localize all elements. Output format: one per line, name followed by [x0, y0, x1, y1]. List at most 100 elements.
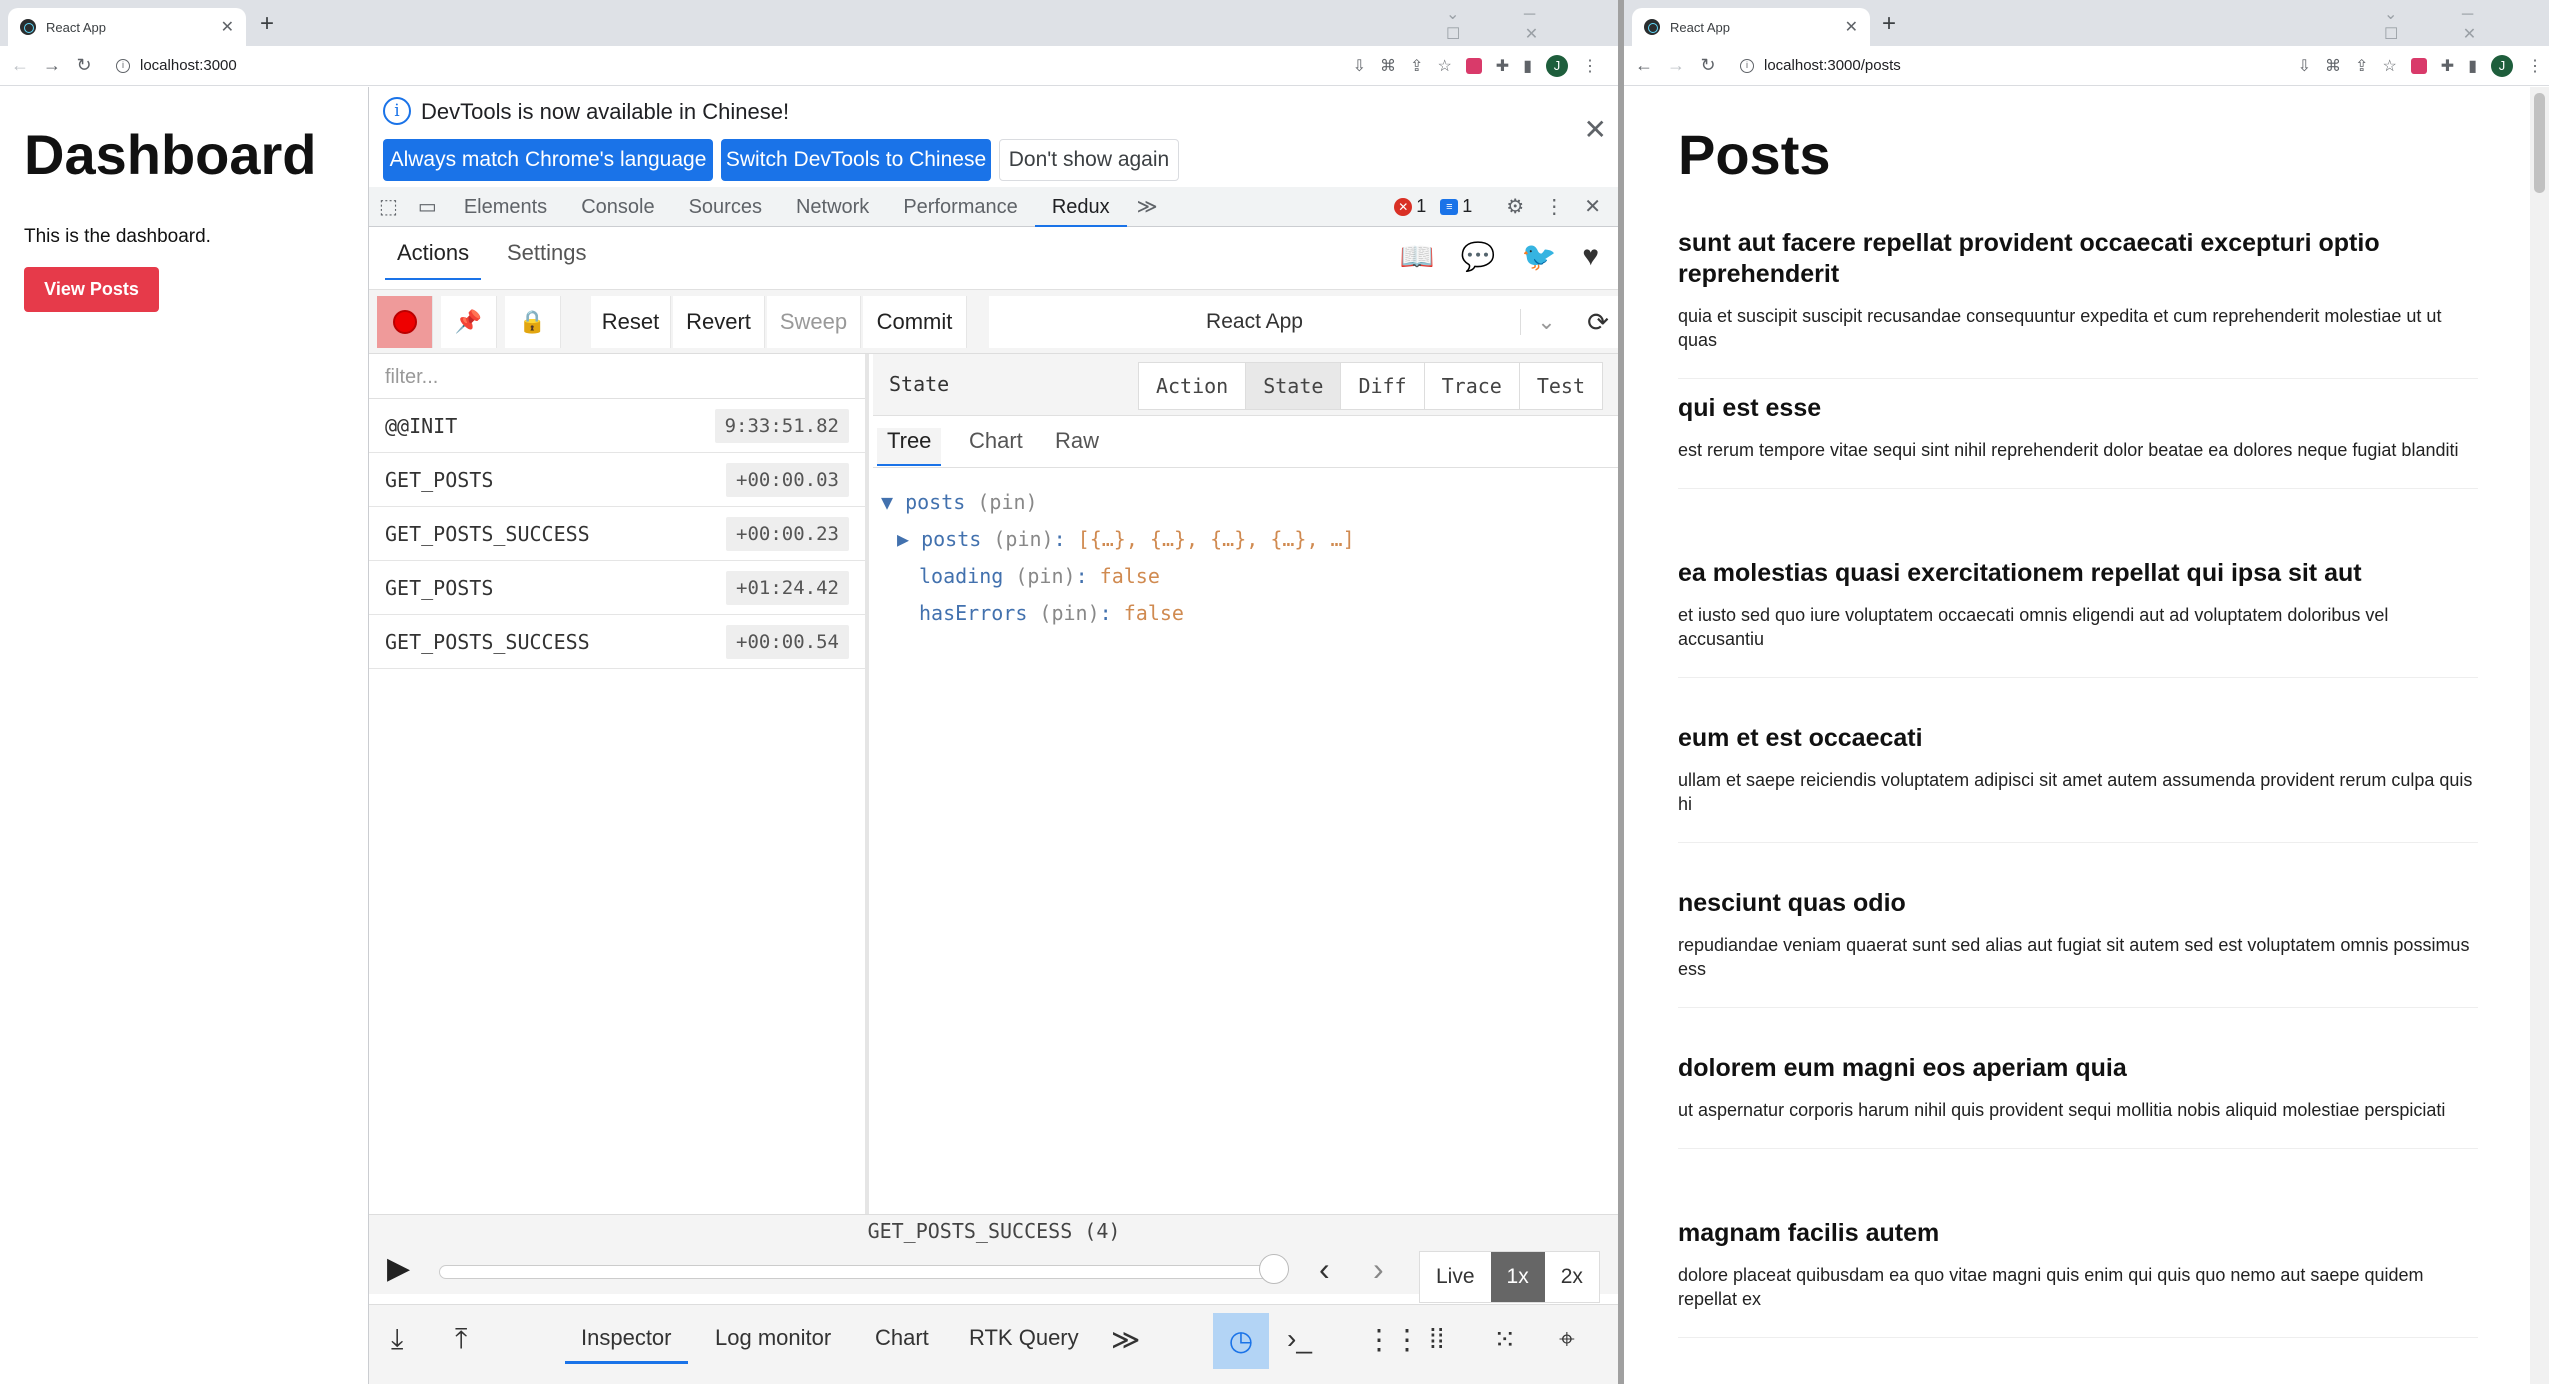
lock-button[interactable]: 🔒: [505, 296, 561, 348]
inspect-element-icon[interactable]: ⬚: [369, 194, 408, 219]
terminal-icon[interactable]: ›_: [1287, 1323, 1312, 1355]
tab-raw[interactable]: Raw: [1045, 428, 1109, 464]
filter-input[interactable]: filter...: [369, 354, 865, 399]
settings-gear-icon[interactable]: ⚙: [1496, 194, 1534, 219]
reload-icon[interactable]: ↻: [72, 55, 96, 76]
address-bar[interactable]: i localhost:3000/posts: [1740, 57, 1901, 74]
tab-elements[interactable]: Elements: [447, 187, 564, 227]
tab-trace[interactable]: Trace: [1423, 363, 1519, 409]
device-toolbar-icon[interactable]: ▭: [408, 194, 447, 219]
browser-tab[interactable]: React App ✕: [8, 8, 246, 46]
pin-label[interactable]: (pin): [993, 527, 1053, 551]
more-monitors-icon[interactable]: ≫: [1111, 1323, 1140, 1356]
play-icon[interactable]: ▶: [387, 1251, 410, 1286]
step-back-icon[interactable]: ‹: [1319, 1251, 1330, 1288]
revert-button[interactable]: Revert: [673, 296, 765, 348]
tree-node-root[interactable]: ▼ posts (pin): [881, 484, 1355, 521]
pin-label[interactable]: (pin): [1039, 601, 1099, 625]
share-icon[interactable]: ⇪: [2355, 56, 2368, 76]
dispatcher-icon[interactable]: ◷: [1213, 1313, 1269, 1369]
action-row[interactable]: GET_POSTS_SUCCESS +00:00.54: [369, 615, 865, 669]
puzzle-icon[interactable]: ✚: [2441, 56, 2454, 76]
tab-state[interactable]: State: [1245, 363, 1341, 409]
sidepanel-icon[interactable]: ▮: [1523, 56, 1532, 76]
dont-show-again-button[interactable]: Don't show again: [999, 139, 1179, 181]
slider-toggle-icon[interactable]: ⋮⋮: [1365, 1323, 1421, 1356]
collapsed-arrow-icon[interactable]: ▶: [897, 527, 909, 551]
message-badge[interactable]: ≡ 1: [1440, 196, 1472, 217]
address-bar[interactable]: i localhost:3000: [116, 57, 237, 74]
tab-close-icon[interactable]: ✕: [1845, 17, 1858, 37]
tab-tree[interactable]: Tree: [877, 428, 942, 466]
tab-console[interactable]: Console: [564, 187, 671, 227]
export-icon[interactable]: ⤒: [455, 1323, 467, 1356]
tab-network[interactable]: Network: [779, 187, 886, 227]
slider-track[interactable]: [439, 1265, 1279, 1279]
sync-icon[interactable]: ⟳: [1572, 307, 1618, 338]
forward-icon[interactable]: →: [40, 55, 64, 76]
sidepanel-icon[interactable]: ▮: [2468, 56, 2477, 76]
back-icon[interactable]: ←: [1632, 55, 1656, 76]
tab-inspector[interactable]: Inspector: [565, 1325, 688, 1364]
extension-icon[interactable]: [1465, 58, 1482, 74]
instance-select[interactable]: React App ⌄ ⟳: [989, 296, 1618, 348]
match-language-button[interactable]: Always match Chrome's language: [383, 139, 713, 181]
step-forward-icon[interactable]: ›: [1373, 1251, 1384, 1288]
action-row[interactable]: GET_POSTS +01:24.42: [369, 561, 865, 615]
book-icon[interactable]: 📖: [1400, 240, 1435, 273]
menu-kebab-icon[interactable]: ⋮: [2527, 56, 2543, 76]
translate-icon[interactable]: ⌘: [2325, 56, 2341, 76]
profile-avatar[interactable]: J: [1546, 55, 1568, 77]
reset-button[interactable]: Reset: [591, 296, 671, 348]
devtools-menu-icon[interactable]: ⋮: [1534, 194, 1574, 219]
window-controls[interactable]: ⌄ ─ ☐ ✕: [1446, 4, 1618, 44]
puzzle-icon[interactable]: ✚: [1496, 56, 1509, 76]
bookmark-star-icon[interactable]: ☆: [2382, 56, 2396, 76]
action-row[interactable]: @@INIT 9:33:51.82: [369, 399, 865, 453]
sweep-button[interactable]: Sweep: [767, 296, 861, 348]
chevron-down-icon[interactable]: ⌄: [1520, 309, 1572, 335]
expanded-arrow-icon[interactable]: ▼: [881, 490, 893, 514]
speed-1x[interactable]: 1x: [1490, 1252, 1545, 1302]
slider-handle[interactable]: [1259, 1254, 1289, 1284]
commit-button[interactable]: Commit: [863, 296, 967, 348]
twitter-icon[interactable]: 🐦: [1522, 240, 1557, 273]
tab-rtk-query[interactable]: RTK Query: [969, 1325, 1079, 1361]
close-icon[interactable]: ✕: [1584, 113, 1607, 146]
pin-label[interactable]: (pin): [977, 490, 1037, 514]
chat-icon[interactable]: 💬: [1461, 240, 1496, 273]
tab-close-icon[interactable]: ✕: [221, 17, 234, 37]
scroll-thumb[interactable]: [2534, 93, 2545, 193]
install-icon[interactable]: ⇩: [1353, 56, 1366, 76]
window-controls[interactable]: ⌄ ─ ☐ ✕: [2384, 4, 2549, 44]
import-icon[interactable]: ⤓: [391, 1323, 403, 1356]
grid-icon[interactable]: ⁞⁞: [1429, 1323, 1445, 1355]
pin-label[interactable]: (pin): [1015, 564, 1075, 588]
profile-avatar[interactable]: J: [2491, 55, 2513, 77]
reload-icon[interactable]: ↻: [1696, 55, 1720, 76]
tree-node-posts[interactable]: ▶ posts (pin): [{…}, {…}, {…}, {…}, …]: [881, 521, 1355, 558]
browser-tab[interactable]: React App ✕: [1632, 8, 1870, 46]
tab-actions[interactable]: Actions: [385, 240, 482, 280]
remote-broadcast-icon[interactable]: ⌖: [1559, 1323, 1575, 1356]
tab-diff[interactable]: Diff: [1340, 363, 1424, 409]
new-tab-icon[interactable]: +: [260, 10, 274, 38]
tab-log-monitor[interactable]: Log monitor: [715, 1325, 831, 1361]
extension-icon[interactable]: [2410, 58, 2427, 74]
tab-performance[interactable]: Performance: [886, 187, 1035, 227]
grid-alt-icon[interactable]: ⁙: [1493, 1323, 1516, 1356]
close-devtools-icon[interactable]: ✕: [1574, 194, 1611, 219]
tab-settings[interactable]: Settings: [507, 240, 587, 278]
bookmark-star-icon[interactable]: ☆: [1437, 56, 1451, 76]
speed-live[interactable]: Live: [1420, 1252, 1491, 1302]
speed-2x[interactable]: 2x: [1545, 1252, 1599, 1302]
new-tab-icon[interactable]: +: [1882, 10, 1896, 38]
tab-test[interactable]: Test: [1518, 363, 1602, 409]
error-badge[interactable]: ✕ 1: [1394, 196, 1426, 217]
back-icon[interactable]: ←: [8, 55, 32, 76]
persist-pin-button[interactable]: 📌: [441, 296, 497, 348]
tab-action[interactable]: Action: [1138, 363, 1246, 409]
tab-chart[interactable]: Chart: [959, 428, 1033, 464]
info-icon[interactable]: i: [1740, 58, 1754, 73]
forward-icon[interactable]: →: [1664, 55, 1688, 76]
